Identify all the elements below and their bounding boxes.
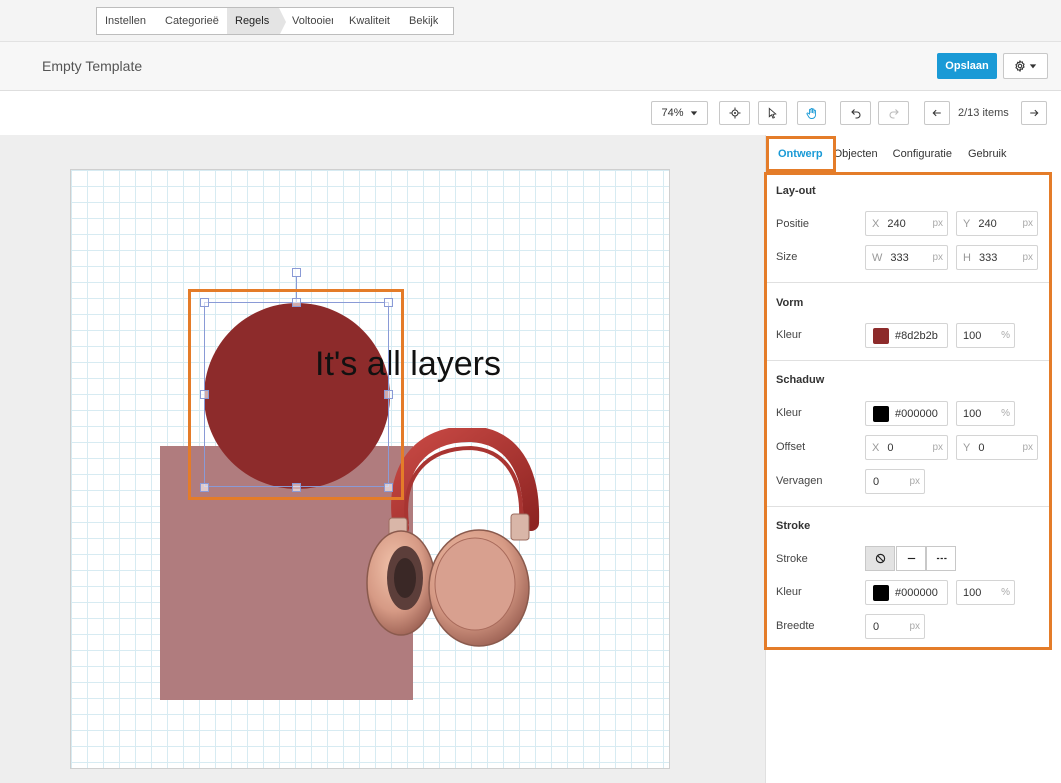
step-label: Bekijk	[409, 15, 439, 27]
highlight-properties	[764, 172, 1052, 650]
undo-icon	[850, 109, 860, 119]
redo-button[interactable]	[878, 101, 909, 125]
step-bekijk[interactable]: Bekijk	[401, 8, 447, 34]
step-categorieen[interactable]: Categorieën	[157, 8, 227, 34]
zoom-select[interactable]: 74%	[651, 101, 708, 125]
step-voltooien[interactable]: Voltooien	[279, 8, 341, 34]
previous-item-button[interactable]	[924, 101, 950, 125]
hand-icon	[806, 107, 816, 119]
page-title: Empty Template	[42, 58, 143, 74]
tab-configuratie[interactable]: Configuratie	[886, 141, 960, 167]
settings-dropdown-button[interactable]	[1003, 53, 1048, 79]
pan-tool-button[interactable]	[797, 101, 826, 125]
pointer-icon	[768, 107, 777, 119]
save-button[interactable]: Opslaan	[937, 53, 997, 79]
zoom-value: 74%	[661, 107, 684, 119]
editor-toolbar: 74% 2/13 items	[0, 91, 1061, 135]
caret-down-icon	[690, 111, 697, 116]
gear-icon	[1015, 60, 1025, 72]
select-tool-button[interactable]	[758, 101, 787, 125]
step-label: Voltooien	[292, 15, 333, 27]
title-bar: Empty Template Opslaan	[0, 42, 1061, 91]
center-button[interactable]	[719, 101, 750, 125]
tab-objecten[interactable]: Objecten	[831, 141, 886, 167]
step-label: Regels	[235, 15, 270, 27]
undo-button[interactable]	[840, 101, 871, 125]
highlight-selected-layer	[188, 289, 404, 500]
step-label: Kwaliteit	[349, 15, 390, 27]
highlight-ontwerp-tab	[766, 136, 836, 172]
step-kwaliteit[interactable]: Kwaliteit	[341, 8, 401, 34]
step-label: Instellen	[105, 15, 146, 27]
next-item-button[interactable]	[1021, 101, 1047, 125]
step-regels[interactable]: Regels	[227, 8, 286, 34]
caret-down-icon	[1029, 64, 1037, 69]
wizard-steps: Instellen Categorieën Regels Voltooien K…	[96, 7, 454, 35]
step-label: Categorieën	[165, 15, 219, 27]
arrow-left-icon	[932, 109, 941, 117]
rotate-handle[interactable]	[292, 268, 301, 277]
items-counter: 2/13 items	[958, 107, 1009, 119]
arrow-right-icon	[1030, 109, 1039, 117]
step-instellen[interactable]: Instellen	[97, 8, 157, 34]
tab-gebruik[interactable]: Gebruik	[960, 141, 1015, 167]
crosshair-icon	[729, 107, 740, 119]
redo-icon	[889, 109, 899, 119]
top-bar: Instellen Categorieën Regels Voltooien K…	[0, 0, 1061, 42]
